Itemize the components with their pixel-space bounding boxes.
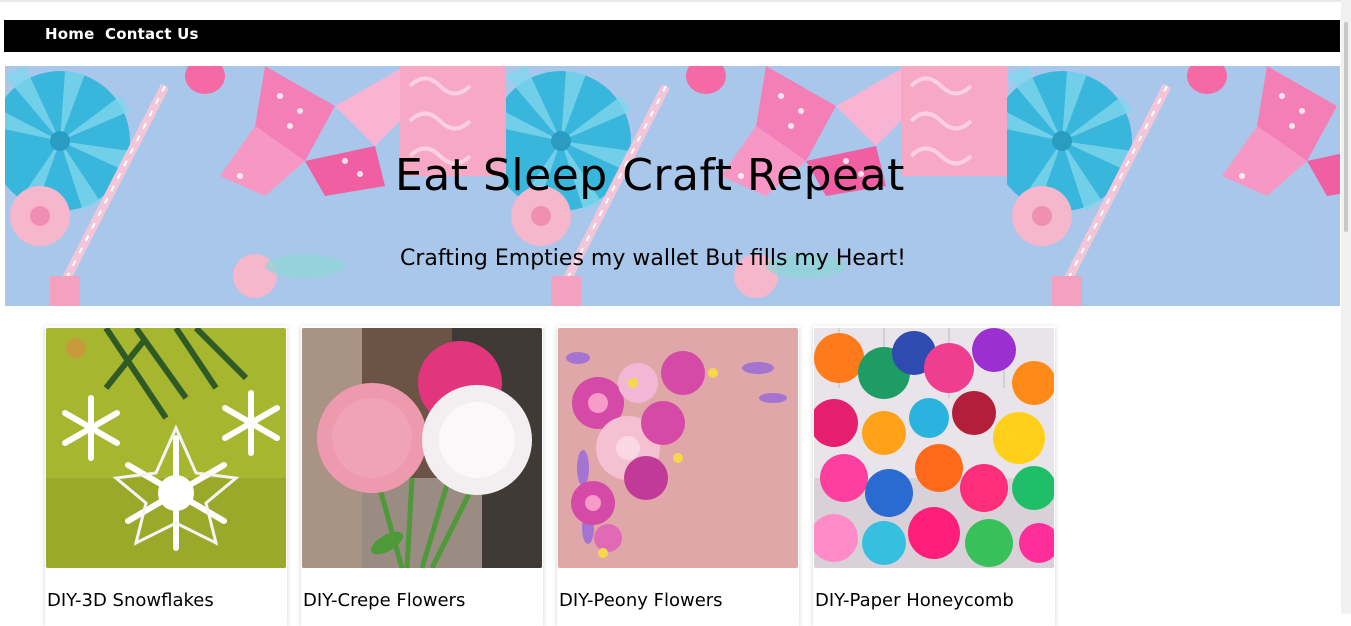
hero-banner: Eat Sleep Craft Repeat Crafting Empties …	[5, 66, 1340, 306]
scrollbar-thumb[interactable]	[1344, 22, 1348, 232]
top-strip	[0, 0, 1351, 2]
craft-card-crepe-flowers[interactable]: DIY-Crepe Flowers	[301, 326, 543, 626]
nav-contact-link[interactable]: Contact Us	[105, 25, 199, 43]
card-title[interactable]: DIY-Paper Honeycomb	[815, 590, 1014, 611]
hero-background-tile	[1007, 66, 1340, 306]
paper-snowflakes-image[interactable]	[46, 328, 286, 568]
crepe-paper-flowers-image[interactable]	[302, 328, 542, 568]
site-tagline: Crafting Empties my wallet But fills my …	[400, 246, 906, 271]
honeycomb-balls-image[interactable]	[814, 328, 1054, 568]
card-title[interactable]: DIY-Peony Flowers	[559, 590, 723, 611]
paper-peony-flowers-image[interactable]	[558, 328, 798, 568]
page-scrollbar[interactable]	[1341, 0, 1351, 614]
top-navbar: Home Contact Us	[4, 20, 1340, 52]
craft-card-paper-honeycomb[interactable]: DIY-Paper Honeycomb	[813, 326, 1055, 626]
nav-home-link[interactable]: Home	[45, 25, 94, 43]
site-title: Eat Sleep Craft Repeat	[395, 150, 905, 201]
craft-card-snowflakes[interactable]: DIY-3D Snowflakes	[45, 326, 287, 626]
card-title[interactable]: DIY-3D Snowflakes	[47, 590, 214, 611]
craft-card-peony-flowers[interactable]: DIY-Peony Flowers	[557, 326, 799, 626]
card-title[interactable]: DIY-Crepe Flowers	[303, 590, 465, 611]
